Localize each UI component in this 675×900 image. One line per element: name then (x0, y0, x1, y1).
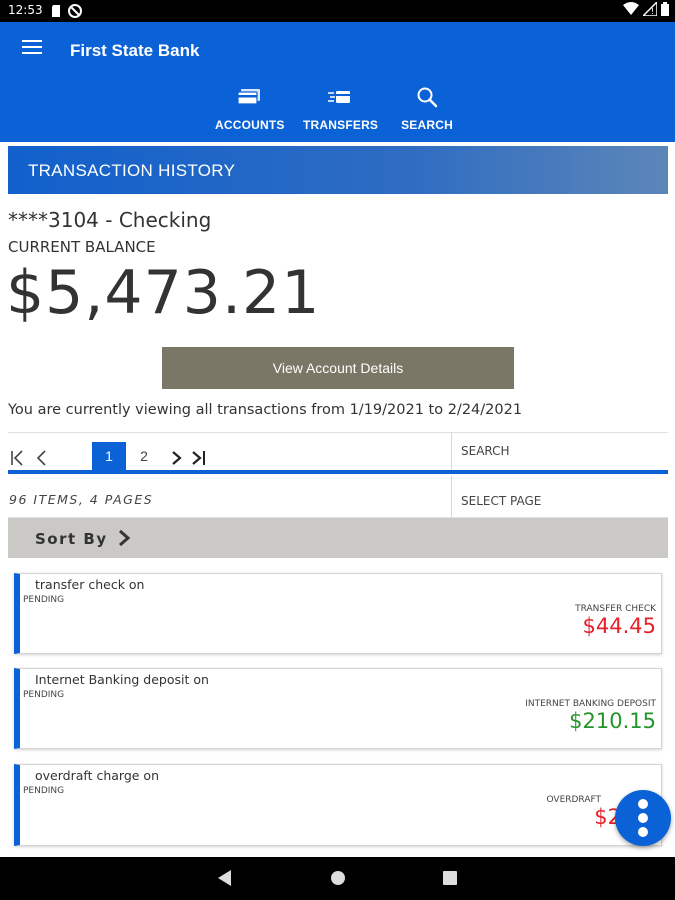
nav-accounts[interactable]: ACCOUNTS (215, 84, 285, 132)
sd-card-icon (52, 5, 60, 17)
status-time: 12:53 (8, 3, 43, 17)
chevron-right-icon (119, 529, 131, 547)
more-dot (638, 827, 648, 837)
recents-icon[interactable] (443, 871, 457, 885)
app-header: First State Bank ACCOUNTS TRANSFERS SEAR… (0, 22, 675, 142)
select-page-dropdown[interactable]: SELECT PAGE (451, 476, 668, 518)
pager-underline (8, 470, 668, 474)
first-page-icon[interactable] (10, 449, 28, 467)
status-icons: ! (623, 2, 669, 16)
next-page-icon[interactable] (168, 449, 186, 467)
svg-text:!: ! (651, 7, 654, 16)
search-input[interactable]: SEARCH (451, 432, 668, 470)
page-2-button[interactable]: 2 (127, 442, 161, 471)
current-balance: $5,473.21 (6, 258, 321, 328)
prev-page-icon[interactable] (34, 449, 52, 467)
items-count: 96 ITEMS, 4 PAGES (9, 492, 154, 507)
app-title: First State Bank (70, 41, 200, 60)
nav-search[interactable]: SEARCH (400, 84, 454, 132)
transaction-card[interactable]: transfer check on PENDING TRANSFER CHECK… (14, 573, 662, 654)
view-account-details-button[interactable]: View Account Details (162, 347, 514, 389)
nav-transfers-label: TRANSFERS (303, 118, 379, 132)
transaction-card[interactable]: Internet Banking deposit on PENDING INTE… (14, 668, 662, 749)
transfers-icon (328, 91, 350, 103)
transaction-status: PENDING (23, 786, 65, 796)
transaction-type: OVERDRAFT (546, 795, 601, 805)
transaction-description: Internet Banking deposit on (35, 672, 209, 687)
balance-label: CURRENT BALANCE (8, 238, 156, 256)
last-page-icon[interactable] (190, 449, 208, 467)
transaction-amount: $210.15 (569, 709, 656, 733)
nav-transfers[interactable]: TRANSFERS (303, 84, 379, 132)
transaction-amount: $44.45 (582, 614, 656, 638)
search-icon (417, 87, 438, 108)
menu-icon[interactable] (22, 40, 42, 56)
page-title: TRANSACTION HISTORY (28, 161, 236, 180)
section-header: TRANSACTION HISTORY (8, 146, 668, 194)
account-name: ****3104 - Checking (8, 208, 212, 232)
date-range-text: You are currently viewing all transactio… (8, 402, 523, 418)
accounts-icon (237, 89, 260, 105)
transaction-type: INTERNET BANKING DEPOSIT (525, 699, 656, 709)
more-dot (638, 813, 648, 823)
sort-by-label: Sort By (35, 530, 108, 548)
signal-icon: ! (643, 2, 657, 16)
transaction-card[interactable]: overdraft charge on PENDING OVERDRAFT $2 (14, 764, 662, 846)
transaction-status: PENDING (23, 595, 65, 605)
wifi-icon (623, 2, 639, 15)
transaction-status: PENDING (23, 690, 65, 700)
sort-by-bar[interactable]: Sort By (8, 518, 668, 558)
status-bar: 12:53 ! (0, 0, 675, 22)
dnd-icon (68, 4, 82, 18)
battery-icon (661, 2, 669, 16)
system-nav-bar (0, 857, 675, 900)
transaction-description: transfer check on (35, 577, 145, 592)
page-1-button[interactable]: 1 (92, 442, 126, 471)
transaction-description: overdraft charge on (35, 768, 159, 783)
home-icon[interactable] (330, 870, 346, 886)
more-options-button[interactable] (615, 790, 671, 846)
back-icon[interactable] (217, 869, 233, 887)
nav-accounts-label: ACCOUNTS (215, 118, 285, 132)
nav-search-label: SEARCH (401, 118, 453, 132)
transaction-type: TRANSFER CHECK (575, 604, 656, 614)
more-dot (638, 799, 648, 809)
